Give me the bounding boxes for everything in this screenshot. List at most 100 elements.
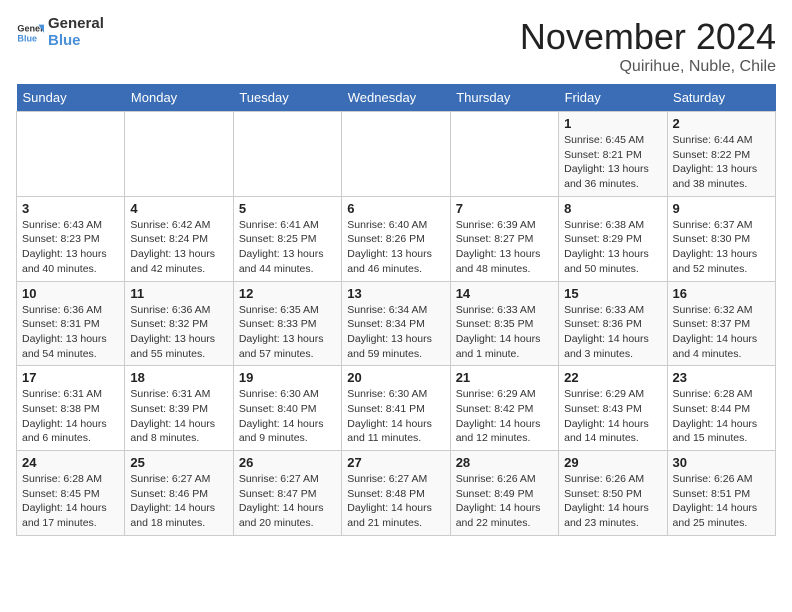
day-number: 24 <box>22 455 119 470</box>
calendar-cell: 17 Sunrise: 6:31 AM Sunset: 8:38 PM Dayli… <box>17 366 125 451</box>
day-number: 18 <box>130 370 227 385</box>
day-number: 16 <box>673 286 770 301</box>
day-number: 27 <box>347 455 444 470</box>
calendar-cell <box>233 112 341 197</box>
day-number: 1 <box>564 116 661 131</box>
calendar-cell: 6 Sunrise: 6:40 AM Sunset: 8:26 PM Daylig… <box>342 196 450 281</box>
day-info: Sunrise: 6:35 AM Sunset: 8:33 PM Dayligh… <box>239 303 336 362</box>
day-info: Sunrise: 6:42 AM Sunset: 8:24 PM Dayligh… <box>130 218 227 277</box>
day-number: 7 <box>456 201 553 216</box>
logo-blue: Blue <box>48 33 104 50</box>
weekday-header-sunday: Sunday <box>17 84 125 112</box>
day-number: 2 <box>673 116 770 131</box>
day-number: 15 <box>564 286 661 301</box>
calendar-cell: 18 Sunrise: 6:31 AM Sunset: 8:39 PM Dayli… <box>125 366 233 451</box>
week-row-2: 3 Sunrise: 6:43 AM Sunset: 8:23 PM Daylig… <box>17 196 776 281</box>
calendar-cell: 30 Sunrise: 6:26 AM Sunset: 8:51 PM Dayli… <box>667 451 775 536</box>
calendar-cell: 27 Sunrise: 6:27 AM Sunset: 8:48 PM Dayli… <box>342 451 450 536</box>
day-number: 5 <box>239 201 336 216</box>
calendar-cell <box>125 112 233 197</box>
day-number: 4 <box>130 201 227 216</box>
day-info: Sunrise: 6:26 AM Sunset: 8:50 PM Dayligh… <box>564 472 661 531</box>
weekday-header-row: SundayMondayTuesdayWednesdayThursdayFrid… <box>17 84 776 112</box>
day-info: Sunrise: 6:33 AM Sunset: 8:35 PM Dayligh… <box>456 303 553 362</box>
day-info: Sunrise: 6:30 AM Sunset: 8:40 PM Dayligh… <box>239 387 336 446</box>
day-info: Sunrise: 6:32 AM Sunset: 8:37 PM Dayligh… <box>673 303 770 362</box>
logo-general: General <box>48 16 104 33</box>
week-row-3: 10Sunrise: 6:36 AM Sunset: 8:31 PM Dayli… <box>17 281 776 366</box>
calendar-cell: 11Sunrise: 6:36 AM Sunset: 8:32 PM Dayli… <box>125 281 233 366</box>
calendar-cell: 29 Sunrise: 6:26 AM Sunset: 8:50 PM Dayli… <box>559 451 667 536</box>
calendar-cell: 23 Sunrise: 6:28 AM Sunset: 8:44 PM Dayli… <box>667 366 775 451</box>
day-info: Sunrise: 6:30 AM Sunset: 8:41 PM Dayligh… <box>347 387 444 446</box>
calendar-cell: 10Sunrise: 6:36 AM Sunset: 8:31 PM Dayli… <box>17 281 125 366</box>
day-number: 12 <box>239 286 336 301</box>
calendar-cell: 8Sunrise: 6:38 AM Sunset: 8:29 PM Daylig… <box>559 196 667 281</box>
month-title: November 2024 <box>520 16 776 58</box>
title-area: November 2024 Quirihue, Nuble, Chile <box>520 16 776 76</box>
weekday-header-wednesday: Wednesday <box>342 84 450 112</box>
day-number: 3 <box>22 201 119 216</box>
calendar-cell: 13Sunrise: 6:34 AM Sunset: 8:34 PM Dayli… <box>342 281 450 366</box>
day-number: 30 <box>673 455 770 470</box>
calendar-cell: 25 Sunrise: 6:27 AM Sunset: 8:46 PM Dayli… <box>125 451 233 536</box>
logo: General Blue General Blue <box>16 16 104 49</box>
day-number: 25 <box>130 455 227 470</box>
weekday-header-friday: Friday <box>559 84 667 112</box>
location-subtitle: Quirihue, Nuble, Chile <box>520 58 776 76</box>
calendar-cell: 12 Sunrise: 6:35 AM Sunset: 8:33 PM Dayli… <box>233 281 341 366</box>
day-number: 28 <box>456 455 553 470</box>
day-info: Sunrise: 6:40 AM Sunset: 8:26 PM Dayligh… <box>347 218 444 277</box>
calendar-cell <box>342 112 450 197</box>
calendar-cell: 26Sunrise: 6:27 AM Sunset: 8:47 PM Dayli… <box>233 451 341 536</box>
svg-text:Blue: Blue <box>17 33 37 43</box>
day-info: Sunrise: 6:27 AM Sunset: 8:48 PM Dayligh… <box>347 472 444 531</box>
day-number: 23 <box>673 370 770 385</box>
day-number: 19 <box>239 370 336 385</box>
calendar-cell: 21Sunrise: 6:29 AM Sunset: 8:42 PM Dayli… <box>450 366 558 451</box>
day-info: Sunrise: 6:34 AM Sunset: 8:34 PM Dayligh… <box>347 303 444 362</box>
day-number: 14 <box>456 286 553 301</box>
day-info: Sunrise: 6:28 AM Sunset: 8:44 PM Dayligh… <box>673 387 770 446</box>
day-info: Sunrise: 6:38 AM Sunset: 8:29 PM Dayligh… <box>564 218 661 277</box>
calendar-cell: 14 Sunrise: 6:33 AM Sunset: 8:35 PM Dayli… <box>450 281 558 366</box>
day-info: Sunrise: 6:43 AM Sunset: 8:23 PM Dayligh… <box>22 218 119 277</box>
calendar-cell: 3 Sunrise: 6:43 AM Sunset: 8:23 PM Daylig… <box>17 196 125 281</box>
day-number: 9 <box>673 201 770 216</box>
day-info: Sunrise: 6:41 AM Sunset: 8:25 PM Dayligh… <box>239 218 336 277</box>
day-number: 6 <box>347 201 444 216</box>
calendar-cell: 16 Sunrise: 6:32 AM Sunset: 8:37 PM Dayli… <box>667 281 775 366</box>
day-info: Sunrise: 6:27 AM Sunset: 8:46 PM Dayligh… <box>130 472 227 531</box>
day-info: Sunrise: 6:36 AM Sunset: 8:32 PM Dayligh… <box>130 303 227 362</box>
week-row-4: 17 Sunrise: 6:31 AM Sunset: 8:38 PM Dayli… <box>17 366 776 451</box>
calendar-cell: 7 Sunrise: 6:39 AM Sunset: 8:27 PM Daylig… <box>450 196 558 281</box>
day-number: 29 <box>564 455 661 470</box>
day-info: Sunrise: 6:29 AM Sunset: 8:43 PM Dayligh… <box>564 387 661 446</box>
week-row-1: 1 Sunrise: 6:45 AM Sunset: 8:21 PM Daylig… <box>17 112 776 197</box>
weekday-header-monday: Monday <box>125 84 233 112</box>
calendar-cell: 4 Sunrise: 6:42 AM Sunset: 8:24 PM Daylig… <box>125 196 233 281</box>
calendar-cell: 28 Sunrise: 6:26 AM Sunset: 8:49 PM Dayli… <box>450 451 558 536</box>
calendar-cell: 9 Sunrise: 6:37 AM Sunset: 8:30 PM Daylig… <box>667 196 775 281</box>
day-info: Sunrise: 6:26 AM Sunset: 8:49 PM Dayligh… <box>456 472 553 531</box>
calendar-cell: 15Sunrise: 6:33 AM Sunset: 8:36 PM Dayli… <box>559 281 667 366</box>
day-info: Sunrise: 6:36 AM Sunset: 8:31 PM Dayligh… <box>22 303 119 362</box>
calendar-cell <box>17 112 125 197</box>
day-number: 17 <box>22 370 119 385</box>
day-info: Sunrise: 6:39 AM Sunset: 8:27 PM Dayligh… <box>456 218 553 277</box>
calendar-cell <box>450 112 558 197</box>
day-info: Sunrise: 6:37 AM Sunset: 8:30 PM Dayligh… <box>673 218 770 277</box>
day-info: Sunrise: 6:28 AM Sunset: 8:45 PM Dayligh… <box>22 472 119 531</box>
day-info: Sunrise: 6:26 AM Sunset: 8:51 PM Dayligh… <box>673 472 770 531</box>
week-row-5: 24 Sunrise: 6:28 AM Sunset: 8:45 PM Dayli… <box>17 451 776 536</box>
day-number: 22 <box>564 370 661 385</box>
calendar-cell: 24 Sunrise: 6:28 AM Sunset: 8:45 PM Dayli… <box>17 451 125 536</box>
day-info: Sunrise: 6:31 AM Sunset: 8:38 PM Dayligh… <box>22 387 119 446</box>
calendar-cell: 2Sunrise: 6:44 AM Sunset: 8:22 PM Daylig… <box>667 112 775 197</box>
calendar-cell: 5 Sunrise: 6:41 AM Sunset: 8:25 PM Daylig… <box>233 196 341 281</box>
header: General Blue General Blue November 2024 … <box>16 16 776 76</box>
calendar-table: SundayMondayTuesdayWednesdayThursdayFrid… <box>16 84 776 536</box>
day-info: Sunrise: 6:45 AM Sunset: 8:21 PM Dayligh… <box>564 133 661 192</box>
day-info: Sunrise: 6:31 AM Sunset: 8:39 PM Dayligh… <box>130 387 227 446</box>
weekday-header-tuesday: Tuesday <box>233 84 341 112</box>
